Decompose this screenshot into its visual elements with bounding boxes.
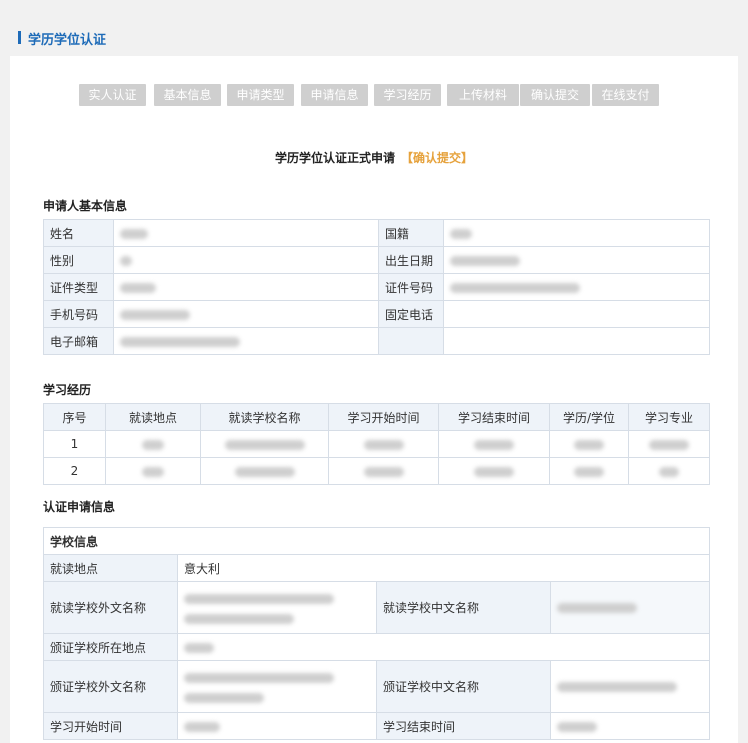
table-row: 手机号码 固定电话 [43, 300, 710, 328]
row-index: 1 [43, 430, 106, 458]
cell-value [628, 457, 710, 485]
step-online-payment[interactable]: 在线支付 [592, 84, 659, 106]
id-number-value [443, 273, 710, 301]
email-value [113, 327, 379, 355]
table-row: 证件类型 证件号码 [43, 273, 710, 301]
table-row: 就读学校外文名称 就读学校中文名称 [43, 581, 711, 634]
table-row: 2 [43, 457, 710, 485]
issuer-location-value [176, 633, 711, 661]
cell-value [105, 430, 201, 458]
form-status-tag: 【确认提交】 [401, 151, 474, 165]
page-header: 学历学位认证 [0, 0, 748, 56]
nationality-value [443, 219, 710, 247]
cell-value [328, 457, 439, 485]
cell-value [438, 430, 550, 458]
title-accent-bar [18, 31, 21, 44]
end-time-value [549, 712, 711, 740]
step-basic-info[interactable]: 基本信息 [154, 84, 221, 106]
form-title-text: 学历学位认证正式申请 [274, 151, 395, 165]
table-row: 性别 出生日期 [43, 246, 710, 274]
education-section-title: 学习经历 [43, 383, 92, 397]
table-row: 就读地点 意大利 [43, 554, 711, 582]
school-foreign-name-value [177, 581, 377, 634]
cell-value [105, 457, 201, 485]
email-label: 电子邮箱 [43, 327, 114, 355]
empty-label-cell [378, 327, 444, 355]
step-confirm-submit[interactable]: 确认提交 [520, 84, 590, 106]
id-number-label: 证件号码 [378, 273, 444, 301]
nationality-label: 国籍 [378, 219, 444, 247]
education-table: 序号 就读地点 就读学校名称 学习开始时间 学习结束时间 学历/学位 学习专业 … [43, 403, 710, 485]
table-row: 颁证学校所在地点 [43, 633, 711, 661]
applicant-table: 姓名 国籍 性别 出生日期 证件类型 证件号码 手机号码 固定电话 电子邮箱 [43, 219, 710, 355]
col-header-study-location: 就读地点 [105, 403, 201, 431]
study-location-value: 意大利 [176, 554, 711, 582]
id-type-label: 证件类型 [43, 273, 114, 301]
step-education-history[interactable]: 学习经历 [374, 84, 441, 106]
school-foreign-name-label: 就读学校外文名称 [43, 581, 178, 634]
issuer-cn-name-label: 颁证学校中文名称 [376, 660, 551, 713]
start-time-label: 学习开始时间 [43, 712, 178, 740]
step-real-person-auth[interactable]: 实人认证 [79, 84, 146, 106]
study-location-label: 就读地点 [43, 554, 178, 582]
gender-label: 性别 [43, 246, 114, 274]
cell-value [328, 430, 439, 458]
form-title: 学历学位认证正式申请 【确认提交】 [10, 149, 738, 166]
step-application-info[interactable]: 申请信息 [301, 84, 368, 106]
birth-date-label: 出生日期 [378, 246, 444, 274]
issuer-location-label: 颁证学校所在地点 [43, 633, 178, 661]
table-row: 姓名 国籍 [43, 219, 710, 247]
gender-value [113, 246, 379, 274]
id-type-value [113, 273, 379, 301]
birth-date-value [443, 246, 710, 274]
table-row: 电子邮箱 [43, 327, 710, 355]
step-application-type[interactable]: 申请类型 [227, 84, 294, 106]
applicant-section-title: 申请人基本信息 [43, 199, 128, 213]
issuer-cn-name-value [549, 660, 711, 713]
cell-value [549, 457, 629, 485]
cert-section-title: 认证申请信息 [43, 500, 116, 514]
phone-label: 固定电话 [378, 300, 444, 328]
school-info-table: 学校信息 就读地点 意大利 就读学校外文名称 就读学校中文名称 颁证学校所在地点… [42, 527, 711, 740]
cell-value [628, 430, 710, 458]
table-header-row: 序号 就读地点 就读学校名称 学习开始时间 学习结束时间 学历/学位 学习专业 [43, 403, 710, 431]
table-row: 颁证学校外文名称 颁证学校中文名称 [43, 660, 711, 713]
col-header-index: 序号 [43, 403, 106, 431]
issuer-foreign-name-label: 颁证学校外文名称 [43, 660, 178, 713]
name-label: 姓名 [43, 219, 114, 247]
phone-value [443, 300, 710, 328]
col-header-major: 学习专业 [628, 403, 710, 431]
name-value [113, 219, 379, 247]
col-header-degree: 学历/学位 [549, 403, 629, 431]
mobile-value [113, 300, 379, 328]
empty-value-cell [443, 327, 710, 355]
table-row: 学习开始时间 学习结束时间 [43, 712, 711, 740]
col-header-school-name: 就读学校名称 [200, 403, 329, 431]
form-panel: 实人认证 基本信息 申请类型 申请信息 学习经历 上传材料 确认提交 在线支付 … [10, 56, 738, 743]
cell-value [200, 430, 329, 458]
issuer-foreign-name-value [177, 660, 377, 713]
table-row: 学校信息 [42, 527, 711, 555]
table-row: 1 [43, 430, 710, 458]
col-header-end-time: 学习结束时间 [438, 403, 550, 431]
school-cn-name-value [549, 581, 711, 634]
cell-value [438, 457, 550, 485]
col-header-start-time: 学习开始时间 [328, 403, 439, 431]
page-title: 学历学位认证 [28, 33, 107, 48]
cell-value [200, 457, 329, 485]
step-upload-materials[interactable]: 上传材料 [447, 84, 519, 106]
mobile-label: 手机号码 [43, 300, 114, 328]
end-time-label: 学习结束时间 [376, 712, 551, 740]
start-time-value [177, 712, 377, 740]
school-info-subheader: 学校信息 [42, 527, 711, 555]
row-index: 2 [43, 457, 106, 485]
school-cn-name-label: 就读学校中文名称 [376, 581, 551, 634]
cell-value [549, 430, 629, 458]
